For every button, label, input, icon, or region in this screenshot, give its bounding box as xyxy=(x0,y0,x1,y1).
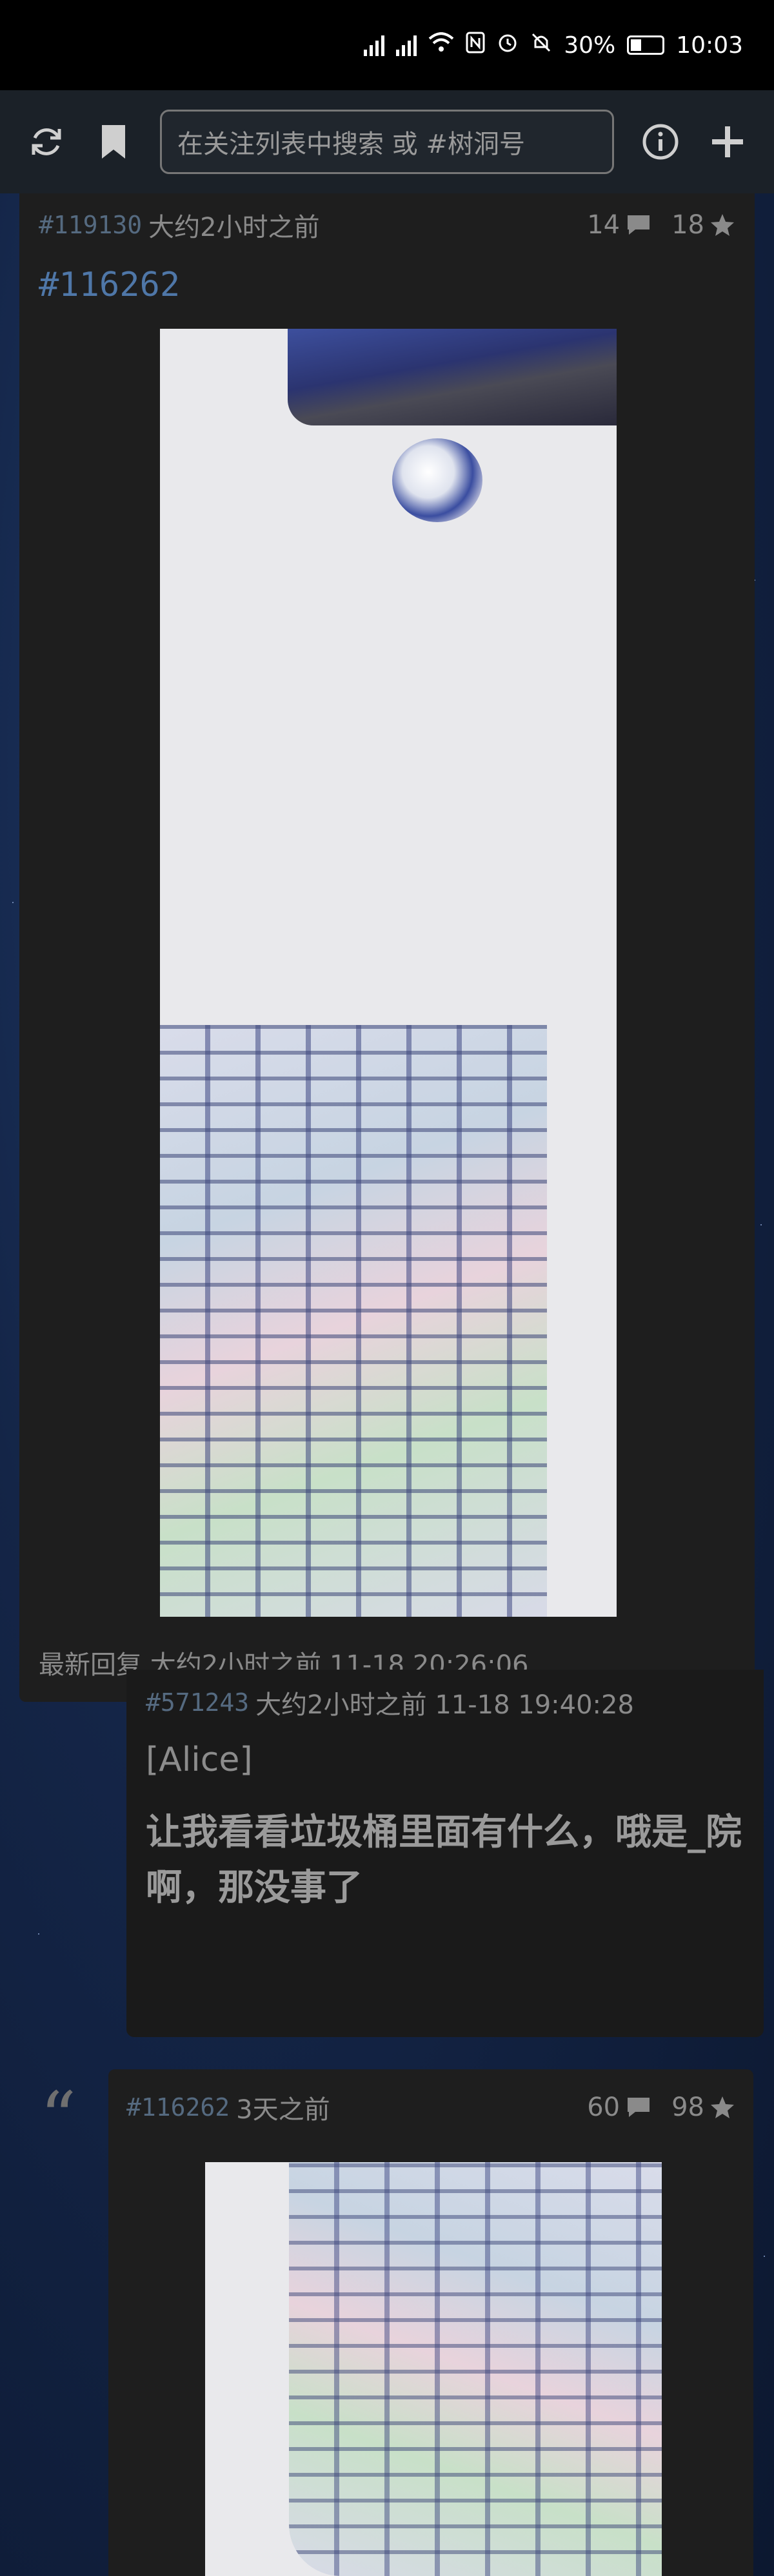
reply-card[interactable]: #571243 大约2小时之前 11-18 19:40:28 [Alice] 让… xyxy=(126,1670,764,2037)
signal-icon xyxy=(364,34,385,56)
comment-icon xyxy=(628,2098,650,2117)
quoted-post-id[interactable]: #116262 xyxy=(126,2093,230,2122)
quoted-like-count-value: 98 xyxy=(671,2093,704,2122)
reply-author: [Alice] xyxy=(146,1741,253,1779)
quoted-post-card[interactable]: #116262 3天之前 60 98 xyxy=(108,2069,753,2576)
post-meta: #119130 大约2小时之前 14 18 xyxy=(39,206,735,244)
quoted-like-count[interactable]: 98 xyxy=(671,2093,735,2122)
search-input[interactable]: 在关注列表中搜索 或 #树洞号 xyxy=(160,110,614,174)
clock-time: 10:03 xyxy=(676,32,743,59)
post-id[interactable]: #119130 xyxy=(39,211,142,239)
star-icon xyxy=(711,2096,734,2118)
signal-icon xyxy=(396,34,417,56)
status-bar: 30% 10:03 xyxy=(0,0,774,90)
reply-count-value: 14 xyxy=(587,210,620,240)
post-time: 大约2小时之前 xyxy=(148,213,320,242)
top-toolbar: 在关注列表中搜索 或 #树洞号 xyxy=(0,90,774,193)
mute-icon xyxy=(530,32,552,59)
reply-time: 大约2小时之前 11-18 19:40:28 xyxy=(255,1690,634,1720)
reply-id: #571243 xyxy=(146,1688,250,1717)
alarm-icon xyxy=(497,32,519,59)
post-image[interactable] xyxy=(160,329,617,1617)
post-ref-link[interactable]: #116262 xyxy=(39,266,180,304)
refresh-icon[interactable] xyxy=(26,121,67,162)
collage-bottom xyxy=(160,1025,547,1617)
post-card[interactable]: #119130 大约2小时之前 14 18 #116262 最新回复 大约2小时… xyxy=(19,193,755,1702)
search-placeholder: 在关注列表中搜索 或 #树洞号 xyxy=(177,130,525,159)
crumpled-paper xyxy=(392,438,482,522)
quoted-post-meta: #116262 3天之前 60 98 xyxy=(126,2089,735,2126)
star-icon xyxy=(711,214,734,236)
comment-icon xyxy=(628,215,650,235)
reply-count: 14 xyxy=(587,210,652,240)
reply-meta: #571243 大约2小时之前 11-18 19:40:28 xyxy=(146,1684,634,1721)
collage-image xyxy=(289,2162,662,2576)
info-icon[interactable] xyxy=(640,121,681,162)
collage-top xyxy=(288,329,617,425)
quoted-reply-count: 60 xyxy=(587,2093,652,2122)
wifi-icon xyxy=(428,32,454,59)
quoted-reply-count-value: 60 xyxy=(587,2093,620,2122)
plus-icon[interactable] xyxy=(707,121,748,162)
battery-percent: 30% xyxy=(564,32,616,59)
battery-icon xyxy=(627,35,665,55)
like-count-value: 18 xyxy=(671,210,704,240)
quoted-post-image[interactable] xyxy=(205,2162,662,2576)
bookmark-icon[interactable] xyxy=(93,121,134,162)
quoted-post-time: 3天之前 xyxy=(236,2095,330,2125)
reply-content: 让我看看垃圾桶里面有什么，哦是_院啊，那没事了 xyxy=(146,1811,742,1909)
nfc-icon xyxy=(466,32,485,59)
like-count[interactable]: 18 xyxy=(671,210,735,240)
quote-icon: “ xyxy=(40,2076,77,2159)
